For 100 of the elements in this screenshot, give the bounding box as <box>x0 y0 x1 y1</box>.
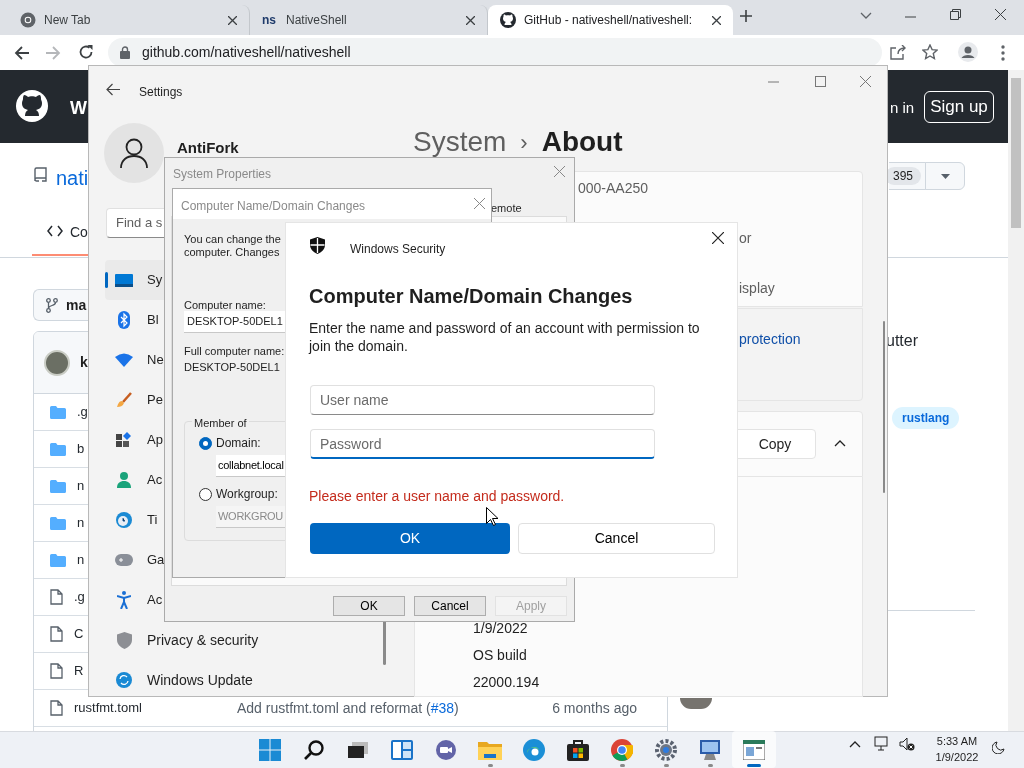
profile-icon[interactable] <box>958 42 978 62</box>
window-icon[interactable] <box>743 739 765 760</box>
breadcrumb-current: About <box>541 125 623 159</box>
scrollbar[interactable] <box>1008 70 1024 731</box>
star-dropdown-button[interactable] <box>925 162 965 190</box>
folder-icon <box>50 479 66 493</box>
intro-text: You can change the <box>184 232 281 247</box>
nav-item[interactable]: Ga <box>105 540 165 580</box>
windows-start-icon[interactable] <box>259 738 281 761</box>
maximize-icon[interactable] <box>815 76 826 87</box>
lock-icon[interactable] <box>120 46 130 59</box>
nav-item[interactable]: Windows Update <box>105 660 367 700</box>
nav-item[interactable]: Ne <box>105 340 165 380</box>
octocat-logo-icon[interactable] <box>16 90 48 122</box>
file-name[interactable]: n <box>77 550 85 570</box>
chrome-icon[interactable] <box>611 738 633 761</box>
header-text[interactable]: W <box>70 95 87 122</box>
edge-icon[interactable] <box>523 738 545 761</box>
widgets-icon[interactable] <box>391 739 413 760</box>
close-icon[interactable] <box>228 15 237 25</box>
monitor-icon[interactable] <box>698 738 722 761</box>
file-name[interactable]: rustfmt.toml <box>74 698 142 718</box>
pull-request-link[interactable]: #38 <box>430 699 455 716</box>
chevron-icon[interactable] <box>834 440 846 447</box>
gear-icon[interactable] <box>655 738 677 761</box>
bluetooth-icon <box>118 311 130 329</box>
back-icon[interactable] <box>106 83 120 96</box>
text-field[interactable]: User name <box>310 385 655 415</box>
star-icon[interactable] <box>922 44 938 60</box>
full-computer-name: DESKTOP-50DEL1 <box>184 360 280 375</box>
muted-speaker-icon[interactable] <box>899 737 915 751</box>
protection-link[interactable]: protection <box>739 329 801 350</box>
new-tab-icon[interactable] <box>738 8 754 24</box>
close-icon[interactable] <box>712 232 724 244</box>
file-name[interactable]: b <box>77 439 85 459</box>
repo-name-link[interactable]: nati <box>56 163 89 193</box>
commit-message[interactable]: Add rustfmt.toml and reformat (#38) <box>237 697 459 719</box>
restore-icon[interactable] <box>950 9 961 20</box>
sign-up-button[interactable]: Sign up <box>924 91 994 123</box>
moon-icon[interactable] <box>992 741 1005 754</box>
remote-tab[interactable]: emote <box>491 200 522 217</box>
text-field[interactable]: Password <box>310 429 655 459</box>
file-name[interactable]: n <box>77 513 85 533</box>
nav-item[interactable]: Pe <box>105 380 165 420</box>
nav-item[interactable]: Sy <box>105 260 165 300</box>
url-text: github.com/nativeshell/nativeshell <box>142 43 351 62</box>
radio-button[interactable] <box>199 487 212 501</box>
apps-icon <box>116 432 132 448</box>
dialog-heading: Computer Name/Domain Changes <box>309 284 633 309</box>
computer-name-field[interactable]: DESKTOP-50DEL1 <box>184 311 285 333</box>
store-icon[interactable] <box>567 738 589 761</box>
branch-name: ma <box>66 295 87 315</box>
code-icon <box>47 225 63 237</box>
chat-icon[interactable] <box>435 739 457 760</box>
search-icon[interactable] <box>304 739 324 760</box>
clock-time[interactable]: 5:33 AM <box>936 733 978 749</box>
menu-icon[interactable] <box>1001 45 1005 61</box>
dialog-button[interactable]: OK <box>310 523 510 554</box>
contributor-avatar[interactable] <box>680 698 712 709</box>
nav-item[interactable]: Bl <box>105 300 165 340</box>
nav-item[interactable]: Ti <box>105 500 165 540</box>
tab-search-icon[interactable] <box>860 12 872 20</box>
topic-tag[interactable]: rustlang <box>892 407 960 429</box>
file-name[interactable]: C <box>74 624 84 644</box>
close-icon[interactable] <box>995 9 1006 20</box>
address-bar[interactable]: github.com/nativeshell/nativeshell <box>108 38 882 67</box>
nav-item[interactable]: Privacy & security <box>105 620 367 660</box>
monitor-icon <box>115 273 133 287</box>
network-icon[interactable] <box>874 736 890 751</box>
text-field[interactable]: collabnet.local <box>216 455 285 477</box>
reload-icon[interactable] <box>78 44 94 60</box>
search-field[interactable]: Find a s <box>106 208 165 238</box>
clock-date[interactable]: 1/9/2022 <box>935 749 979 765</box>
spec-text: 1/9/2022 <box>473 619 528 638</box>
star-button[interactable]: 395 <box>889 162 926 190</box>
file-name[interactable]: .g <box>74 587 85 607</box>
dialog-message: Enter the name and password of an account with permission to join the domain. <box>309 319 701 355</box>
close-icon[interactable] <box>466 15 475 25</box>
file-name[interactable]: R <box>74 661 84 681</box>
back-icon[interactable] <box>14 45 30 61</box>
dialog-button[interactable]: Cancel <box>414 596 486 616</box>
chevron-up-icon[interactable] <box>849 741 861 748</box>
sign-in-link[interactable]: n in <box>890 97 915 120</box>
commit-author[interactable]: k <box>80 352 88 373</box>
dialog-button[interactable]: Cancel <box>518 523 715 554</box>
file-name[interactable]: .g <box>77 402 88 422</box>
file-name[interactable]: n <box>77 476 85 496</box>
nav-item[interactable]: Ac <box>105 580 165 620</box>
nav-item[interactable]: Ac <box>105 460 165 500</box>
branch-button[interactable]: ma <box>33 289 88 321</box>
person-icon <box>117 472 131 488</box>
radio-button[interactable] <box>199 436 212 450</box>
browser-tab[interactable]: GitHub - nativeshell/nativeshell: <box>488 5 733 35</box>
task-view-icon[interactable] <box>348 741 368 758</box>
code-tab[interactable]: Co <box>70 222 88 243</box>
share-icon[interactable] <box>890 45 906 60</box>
spec-text: OS build <box>473 646 527 665</box>
nav-item[interactable]: Ap <box>105 420 165 460</box>
dialog-button[interactable]: OK <box>333 596 405 616</box>
close-icon[interactable] <box>712 15 721 25</box>
